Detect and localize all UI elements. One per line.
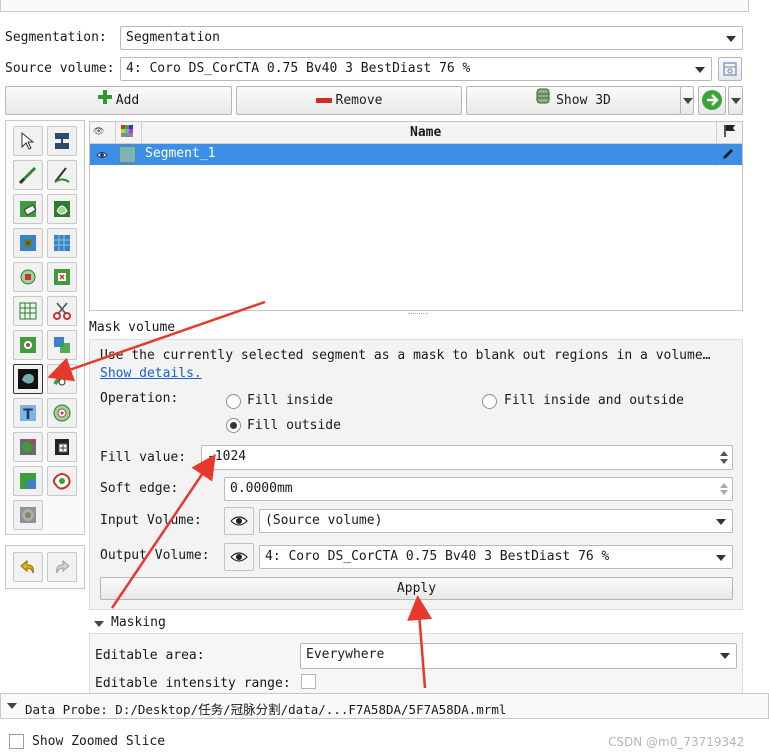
fill-inside-and-outside-radio[interactable] bbox=[482, 394, 497, 409]
brain-icon[interactable] bbox=[13, 500, 43, 530]
svg-text:T: T bbox=[23, 407, 33, 423]
grow-from-seeds-icon[interactable] bbox=[13, 228, 43, 258]
islands-icon[interactable] bbox=[13, 330, 43, 360]
source-volume-label: Source volume: bbox=[5, 61, 115, 76]
editable-intensity-range-label: Editable intensity range: bbox=[95, 676, 291, 691]
source-volume-value: 4: Coro DS_CorCTA 0.75 Bv40 3 BestDiast … bbox=[126, 61, 471, 76]
show-details-link[interactable]: Show details. bbox=[100, 366, 202, 381]
apply-button[interactable]: Apply bbox=[100, 577, 733, 600]
mask-volume-icon[interactable] bbox=[13, 364, 43, 394]
undo-icon[interactable] bbox=[13, 552, 43, 582]
chevron-down-icon bbox=[726, 36, 736, 42]
spin-down-icon[interactable] bbox=[720, 490, 728, 495]
segment-color-swatch[interactable] bbox=[119, 146, 136, 163]
input-volume-label: Input Volume: bbox=[100, 513, 202, 528]
chevron-down-icon bbox=[720, 653, 730, 659]
fill-between-slices-icon[interactable] bbox=[47, 228, 77, 258]
chevron-down-icon bbox=[716, 519, 726, 525]
redo-icon[interactable] bbox=[47, 552, 77, 582]
masking-title[interactable]: Masking bbox=[111, 615, 166, 630]
smoothing-icon[interactable] bbox=[13, 296, 43, 326]
draw-tube-icon[interactable] bbox=[47, 364, 77, 394]
level-tracing-icon[interactable] bbox=[47, 194, 77, 224]
watermark: CSDN @m0_73719342 bbox=[608, 735, 745, 749]
remove-segment-button[interactable]: Remove bbox=[236, 86, 462, 115]
eye-icon bbox=[230, 516, 248, 526]
soft-edge-input[interactable]: 0.0000mm bbox=[224, 477, 733, 501]
threshold-icon[interactable] bbox=[47, 126, 77, 156]
chevron-down-icon bbox=[731, 98, 741, 104]
segmentation-value: Segmentation bbox=[126, 30, 220, 45]
local-threshold-icon[interactable]: T bbox=[13, 398, 43, 428]
show-zoomed-slice-label[interactable]: Show Zoomed Slice bbox=[32, 734, 165, 749]
splitter-handle[interactable] bbox=[408, 313, 428, 316]
eye-icon[interactable] bbox=[96, 149, 108, 164]
input-volume-selector[interactable]: (Source volume) bbox=[259, 509, 733, 533]
engrave-icon[interactable] bbox=[47, 432, 77, 462]
output-volume-label: Output Volume: bbox=[100, 548, 210, 563]
collapse-icon[interactable] bbox=[7, 703, 17, 709]
segment-name[interactable]: Segment_1 bbox=[145, 146, 215, 161]
fill-inside-radio[interactable] bbox=[226, 394, 241, 409]
draw-icon[interactable] bbox=[47, 160, 77, 190]
data-probe-text[interactable]: Data Probe: D:/Desktop/任务/冠脉分割/data/...F… bbox=[25, 699, 506, 718]
wrap-solidify-icon[interactable] bbox=[47, 466, 77, 496]
mask-volume-title: Mask volume bbox=[89, 320, 176, 335]
logical-operators-icon[interactable] bbox=[47, 330, 77, 360]
fill-value-label: Fill value: bbox=[100, 450, 187, 465]
spin-down-icon[interactable] bbox=[720, 459, 728, 464]
editable-intensity-range-checkbox[interactable] bbox=[301, 674, 316, 689]
top-border bbox=[0, 0, 749, 12]
watershed-icon[interactable] bbox=[13, 432, 43, 462]
chevron-down-icon bbox=[716, 555, 726, 561]
output-volume-visibility-button[interactable] bbox=[224, 543, 254, 571]
mask-volume-description: Use the currently selected segment as a … bbox=[100, 348, 711, 363]
show-3d-dropdown[interactable] bbox=[680, 86, 694, 115]
fill-value-input[interactable]: -1024 bbox=[201, 445, 733, 470]
collapse-icon[interactable] bbox=[94, 621, 104, 627]
visibility-column-icon: 👁 bbox=[93, 127, 105, 137]
input-volume-visibility-button[interactable] bbox=[224, 507, 254, 535]
soft-edge-label: Soft edge: bbox=[100, 481, 179, 496]
next-button[interactable] bbox=[698, 86, 726, 115]
cube-icon bbox=[536, 87, 550, 114]
flag-icon bbox=[723, 124, 737, 142]
plus-icon bbox=[97, 87, 112, 114]
scissors-icon[interactable] bbox=[47, 296, 77, 326]
next-options-dropdown[interactable] bbox=[728, 86, 743, 115]
source-volume-options-button[interactable] bbox=[718, 57, 742, 81]
show-3d-button[interactable]: Show 3D bbox=[466, 86, 681, 115]
hollow-icon[interactable] bbox=[47, 262, 77, 292]
pointer-icon[interactable] bbox=[13, 126, 43, 156]
output-volume-selector[interactable]: 4: Coro DS_CorCTA 0.75 Bv40 3 BestDiast … bbox=[259, 545, 733, 569]
chevron-down-icon bbox=[695, 67, 705, 73]
margin-icon[interactable] bbox=[13, 262, 43, 292]
erase-icon[interactable] bbox=[13, 194, 43, 224]
fill-inside-and-outside-label[interactable]: Fill inside and outside bbox=[504, 393, 684, 408]
fill-outside-radio[interactable] bbox=[226, 418, 241, 433]
editable-area-label: Editable area: bbox=[95, 648, 205, 663]
fill-outside-label[interactable]: Fill outside bbox=[247, 418, 341, 433]
operation-label: Operation: bbox=[100, 391, 179, 406]
color-column-icon bbox=[121, 125, 133, 141]
eye-icon bbox=[230, 552, 248, 562]
editable-area-selector[interactable]: Everywhere bbox=[300, 643, 737, 669]
spin-up-icon[interactable] bbox=[720, 451, 728, 456]
spin-up-icon[interactable] bbox=[720, 483, 728, 488]
segmentation-selector[interactable]: Segmentation bbox=[120, 26, 743, 50]
add-segment-button[interactable]: Add bbox=[5, 86, 232, 115]
show-zoomed-slice-checkbox[interactable] bbox=[9, 734, 24, 749]
arrow-right-icon bbox=[702, 90, 722, 110]
minus-icon bbox=[315, 98, 332, 103]
name-column-header: Name bbox=[410, 125, 442, 140]
source-volume-selector[interactable]: 4: Coro DS_CorCTA 0.75 Bv40 3 BestDiast … bbox=[120, 57, 712, 81]
pencil-icon[interactable] bbox=[721, 147, 735, 165]
surface-cut-icon[interactable] bbox=[47, 398, 77, 428]
paint-icon[interactable] bbox=[13, 160, 43, 190]
segmentation-label: Segmentation: bbox=[5, 30, 107, 45]
chevron-down-icon bbox=[683, 98, 693, 104]
split-volume-icon[interactable] bbox=[13, 466, 43, 496]
fill-inside-label[interactable]: Fill inside bbox=[247, 393, 333, 408]
geometry-icon bbox=[723, 62, 737, 76]
